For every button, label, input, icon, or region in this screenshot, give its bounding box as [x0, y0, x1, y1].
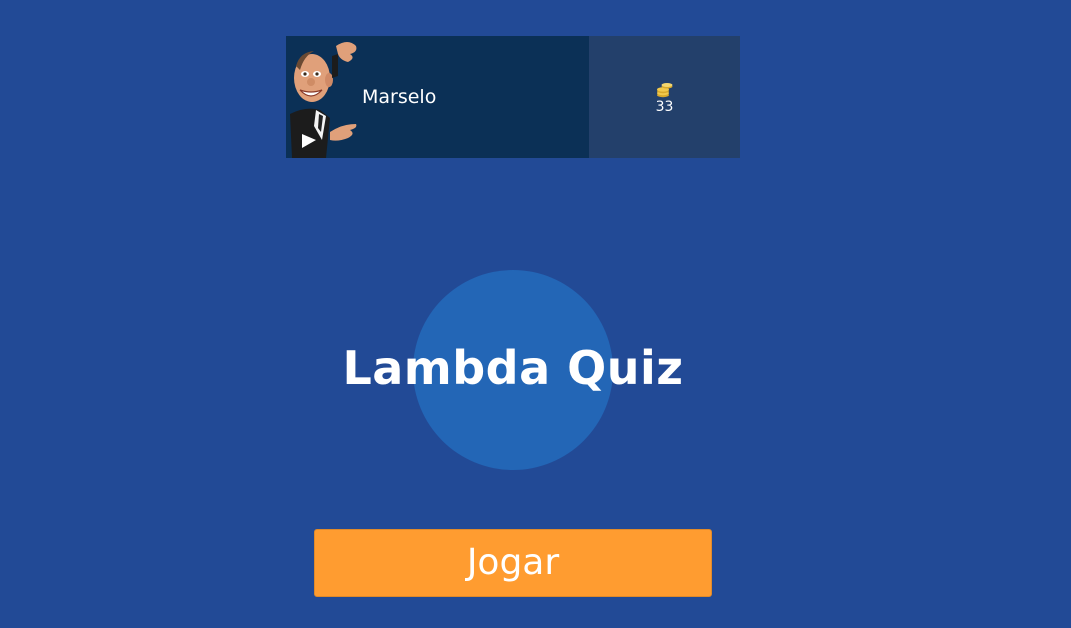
coins-panel: 33	[589, 36, 740, 158]
page-title: Lambda Quiz	[342, 341, 684, 395]
username: Marselo	[362, 86, 437, 108]
coins-count: 33	[655, 98, 674, 115]
app-page: Marselo 33 Lambda Quiz Jogar	[0, 0, 1071, 628]
coin-stack-icon	[656, 82, 672, 97]
profile-card[interactable]: Marselo	[286, 36, 589, 158]
profile-bar: Marselo 33	[286, 36, 740, 158]
cartoon-businessman-avatar-icon	[286, 36, 362, 158]
play-button[interactable]: Jogar	[314, 529, 712, 597]
